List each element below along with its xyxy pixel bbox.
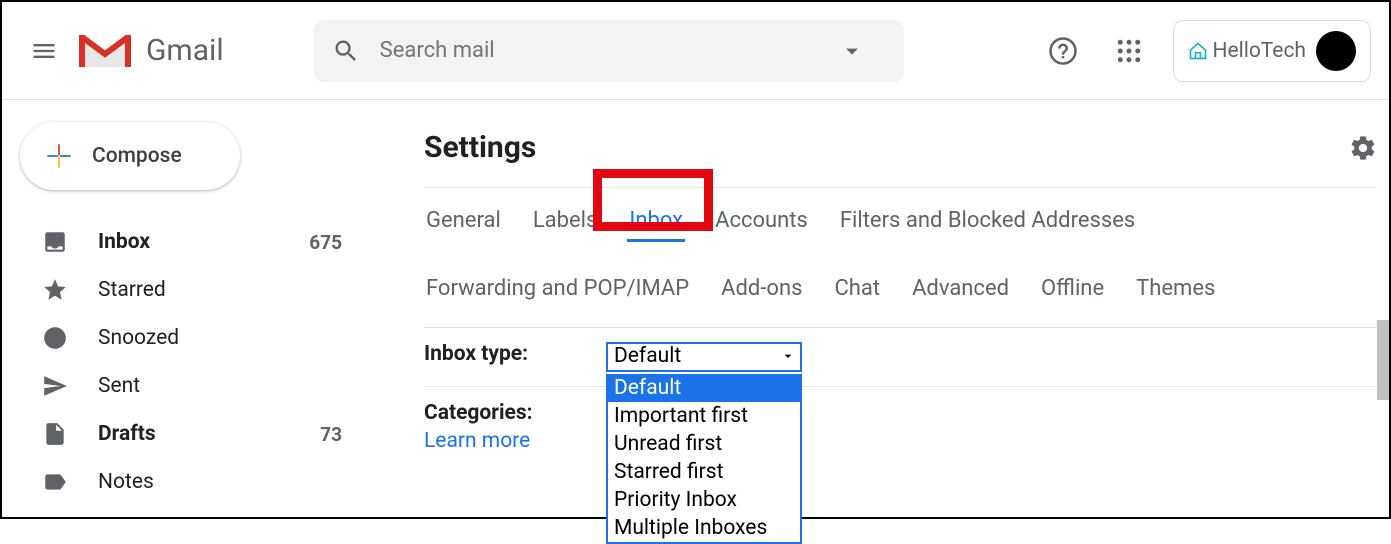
learn-more-link[interactable]: Learn more [424, 429, 530, 453]
option-priority-inbox[interactable]: Priority Inbox [608, 486, 800, 514]
option-starred-first[interactable]: Starred first [608, 458, 800, 486]
label-icon [42, 469, 68, 495]
tabs-row-1: General Labels Inbox Accounts Filters an… [424, 188, 1377, 256]
option-important-first[interactable]: Important first [608, 402, 800, 430]
apps-button[interactable] [1107, 29, 1151, 73]
tab-themes[interactable]: Themes [1134, 270, 1217, 307]
account-name: HelloTech [1212, 39, 1306, 63]
inbox-type-row: Inbox type: Default Default Important fi… [424, 328, 1377, 386]
categories-label: Categories: [424, 401, 606, 425]
tab-addons[interactable]: Add-ons [719, 270, 804, 307]
tabs-row-2: Forwarding and POP/IMAP Add-ons Chat Adv… [424, 256, 1377, 321]
sidebar-item-starred[interactable]: Starred [2, 266, 402, 314]
sidebar-item-notes[interactable]: Notes [2, 458, 402, 506]
search-input[interactable] [380, 38, 828, 63]
compose-label: Compose [92, 144, 182, 168]
inbox-type-select[interactable]: Default Default Important first Unread f… [606, 342, 802, 372]
clock-icon [42, 325, 68, 351]
settings-gear-icon[interactable] [1349, 134, 1377, 162]
tab-filters[interactable]: Filters and Blocked Addresses [838, 202, 1137, 242]
option-multiple-inboxes[interactable]: Multiple Inboxes [608, 514, 800, 542]
nav-list: Inbox 675 Starred Snoozed Sent Drafts 73 [2, 218, 402, 506]
help-button[interactable] [1041, 29, 1085, 73]
tab-accounts[interactable]: Accounts [713, 202, 810, 242]
sidebar-item-drafts[interactable]: Drafts 73 [2, 410, 402, 458]
apps-grid-icon [1114, 36, 1144, 66]
search-icon [332, 37, 360, 65]
header-right: HelloTech [1041, 20, 1371, 82]
gmail-m-icon [78, 31, 132, 71]
sidebar-item-inbox[interactable]: Inbox 675 [2, 218, 402, 266]
body: Compose Inbox 675 Starred Snoozed Sent [2, 100, 1389, 517]
avatar[interactable] [1316, 31, 1356, 71]
hellotech-house-icon [1188, 41, 1208, 61]
search-options-icon[interactable] [838, 37, 866, 65]
header: Gmail HelloTech [2, 2, 1389, 100]
tab-inbox[interactable]: Inbox [627, 202, 685, 242]
star-icon [42, 277, 68, 303]
help-icon [1048, 36, 1078, 66]
sidebar: Compose Inbox 675 Starred Snoozed Sent [2, 100, 402, 517]
search-bar[interactable] [314, 20, 904, 82]
main-header: Settings [424, 130, 1377, 165]
settings-body: Inbox type: Default Default Important fi… [424, 327, 1377, 467]
inbox-icon [42, 229, 68, 255]
compose-plus-icon [44, 141, 74, 171]
page-title: Settings [424, 130, 536, 165]
gmail-text: Gmail [146, 33, 224, 68]
gmail-logo[interactable]: Gmail [78, 31, 224, 71]
tab-offline[interactable]: Offline [1039, 270, 1106, 307]
tab-advanced[interactable]: Advanced [910, 270, 1011, 307]
main-menu-button[interactable] [20, 27, 68, 75]
compose-button[interactable]: Compose [20, 122, 240, 190]
option-unread-first[interactable]: Unread first [608, 430, 800, 458]
tab-general[interactable]: General [424, 202, 503, 242]
send-icon [42, 373, 68, 399]
drafts-icon [42, 421, 68, 447]
inbox-type-label: Inbox type: [424, 342, 606, 366]
categories-row: Categories: Learn more [424, 387, 1377, 467]
dropdown-arrow-icon [780, 348, 796, 364]
option-default[interactable]: Default [608, 374, 800, 402]
inbox-type-selected: Default [614, 344, 681, 368]
tab-forwarding[interactable]: Forwarding and POP/IMAP [424, 270, 691, 307]
account-logo: HelloTech [1188, 39, 1306, 63]
sidebar-item-sent[interactable]: Sent [2, 362, 402, 410]
scrollbar[interactable] [1377, 320, 1389, 400]
settings-tabs: General Labels Inbox Accounts Filters an… [424, 187, 1377, 321]
tab-labels[interactable]: Labels [531, 202, 600, 242]
hamburger-icon [30, 37, 58, 65]
tab-chat[interactable]: Chat [832, 270, 882, 307]
sidebar-item-snoozed[interactable]: Snoozed [2, 314, 402, 362]
account-chip[interactable]: HelloTech [1173, 20, 1371, 82]
main-content: Settings General Labels Inbox Accounts F… [402, 100, 1389, 517]
